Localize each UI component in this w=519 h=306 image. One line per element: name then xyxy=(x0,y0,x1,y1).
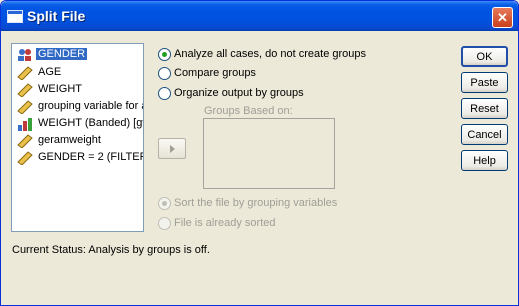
nominal-variable-icon xyxy=(18,49,31,61)
current-status: Current Status: Analysis by groups is of… xyxy=(12,244,210,256)
variable-label: geramweight xyxy=(38,134,101,146)
compare-groups-radio[interactable] xyxy=(158,67,171,80)
sort-file-label: Sort the file by grouping variables xyxy=(174,197,338,209)
variable-label: GENDER = 2 (FILTEF xyxy=(38,151,144,163)
already-sorted-label: File is already sorted xyxy=(174,217,276,229)
variable-item-age[interactable]: AGE xyxy=(16,65,143,81)
variable-label: WEIGHT (Banded) [gv xyxy=(38,117,144,129)
scale-variable-icon xyxy=(17,151,33,165)
already-sorted-radio xyxy=(158,217,171,230)
variable-item-geramweight[interactable]: geramweight xyxy=(16,133,143,149)
scale-variable-icon xyxy=(17,83,33,97)
close-button[interactable]: ✕ xyxy=(492,7,513,28)
scale-variable-icon xyxy=(17,134,33,148)
variable-item-gender[interactable]: GENDER xyxy=(16,47,143,63)
right-arrow-icon xyxy=(170,145,175,153)
ok-button[interactable]: OK xyxy=(461,46,508,67)
move-variable-button xyxy=(158,138,186,159)
variable-item-grouping[interactable]: grouping variable for a xyxy=(16,99,144,115)
reset-button[interactable]: Reset xyxy=(461,98,508,119)
compare-groups-label[interactable]: Compare groups xyxy=(174,67,256,79)
sort-file-radio xyxy=(158,197,171,210)
analyze-all-label[interactable]: Analyze all cases, do not create groups xyxy=(174,48,366,60)
variable-label: grouping variable for a xyxy=(38,100,144,112)
window-icon xyxy=(7,10,23,23)
variable-label: GENDER xyxy=(36,48,88,60)
ordinal-variable-icon xyxy=(18,118,32,131)
title-bar[interactable]: Split File ✕ xyxy=(1,1,518,31)
analyze-all-radio[interactable] xyxy=(158,48,171,61)
scale-variable-icon xyxy=(17,66,33,80)
help-button[interactable]: Help xyxy=(461,150,508,171)
variable-label: WEIGHT xyxy=(38,83,82,95)
scale-variable-icon xyxy=(17,100,33,114)
organize-output-label[interactable]: Organize output by groups xyxy=(174,87,304,99)
groups-based-on-list xyxy=(203,118,335,189)
variable-item-weight-banded[interactable]: WEIGHT (Banded) [gv xyxy=(16,116,144,132)
paste-button[interactable]: Paste xyxy=(461,72,508,93)
cancel-button[interactable]: Cancel xyxy=(461,124,508,145)
organize-output-radio[interactable] xyxy=(158,87,171,100)
variable-item-gender-filter[interactable]: GENDER = 2 (FILTEF xyxy=(16,150,144,166)
window-title: Split File xyxy=(27,8,86,24)
split-file-dialog: Split File ✕ GENDER AGE WEIGHT grouping … xyxy=(0,0,519,306)
variable-item-weight[interactable]: WEIGHT xyxy=(16,82,143,98)
variable-list[interactable]: GENDER AGE WEIGHT grouping variable for … xyxy=(11,43,144,232)
groups-based-on-label: Groups Based on: xyxy=(204,105,293,117)
variable-label: AGE xyxy=(38,66,62,78)
